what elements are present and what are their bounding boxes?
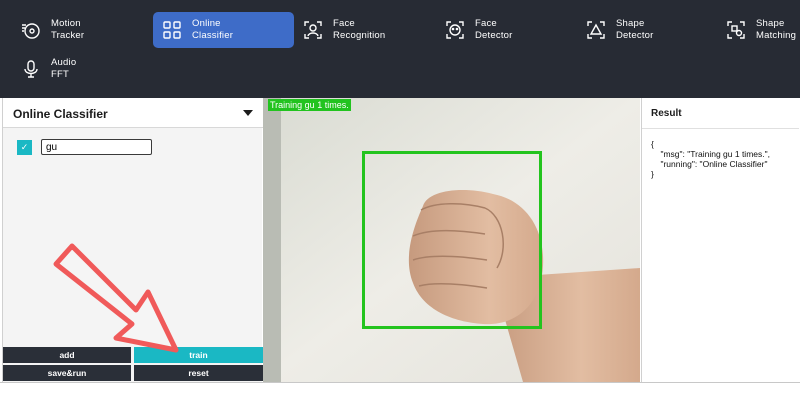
motion-tracker-icon — [20, 19, 42, 41]
class-row: ✓ — [17, 138, 152, 156]
result-title: Result — [651, 108, 682, 119]
result-json-output: { "msg": "Training gu 1 times.", "runnin… — [651, 139, 770, 179]
training-status-overlay: Training gu 1 times. — [268, 99, 351, 111]
microphone-icon — [20, 58, 42, 80]
nav-label: Shape Detector — [616, 18, 654, 41]
nav-label: Online Classifier — [192, 18, 234, 41]
shape-detector-icon — [585, 19, 607, 41]
nav-label: Face Detector — [475, 18, 513, 41]
classifier-panel: Online Classifier ✓ add train save&run r… — [2, 98, 263, 382]
result-panel: Result { "msg": "Training gu 1 times.", … — [641, 98, 799, 382]
divider — [642, 128, 799, 129]
top-navigation-bar: Motion Tracker Online Classifier Face Re… — [0, 0, 800, 98]
nav-item-face-recognition[interactable]: Face Recognition — [294, 12, 424, 48]
camera-view: Training gu 1 times. — [263, 98, 640, 382]
shape-matching-icon — [725, 19, 747, 41]
reset-button[interactable]: reset — [134, 365, 263, 381]
add-button[interactable]: add — [3, 347, 131, 363]
panel-title: Online Classifier — [13, 107, 108, 121]
nav-label: Audio FFT — [51, 57, 77, 80]
nav-item-online-classifier[interactable]: Online Classifier — [153, 12, 294, 48]
save-run-button[interactable]: save&run — [3, 365, 131, 381]
nav-item-face-detector[interactable]: Face Detector — [436, 12, 566, 48]
panel-header[interactable]: Online Classifier — [3, 98, 263, 128]
nav-item-audio-fft[interactable]: Audio FFT — [12, 51, 142, 87]
nav-item-shape-matching[interactable]: Shape Matching — [717, 12, 800, 48]
nav-label: Face Recognition — [333, 18, 386, 41]
class-checkbox[interactable]: ✓ — [17, 139, 32, 155]
grid-classifier-icon — [161, 19, 183, 41]
nav-item-shape-detector[interactable]: Shape Detector — [577, 12, 707, 48]
face-recognition-icon — [302, 19, 324, 41]
detection-box — [362, 151, 542, 329]
face-detector-icon — [444, 19, 466, 41]
nav-label: Motion Tracker — [51, 18, 85, 41]
train-button[interactable]: train — [134, 347, 263, 363]
nav-label: Shape Matching — [756, 18, 797, 41]
class-name-input[interactable] — [41, 139, 152, 155]
nav-item-motion-tracker[interactable]: Motion Tracker — [12, 12, 142, 48]
divider — [0, 382, 800, 383]
caret-down-icon[interactable] — [243, 110, 253, 116]
